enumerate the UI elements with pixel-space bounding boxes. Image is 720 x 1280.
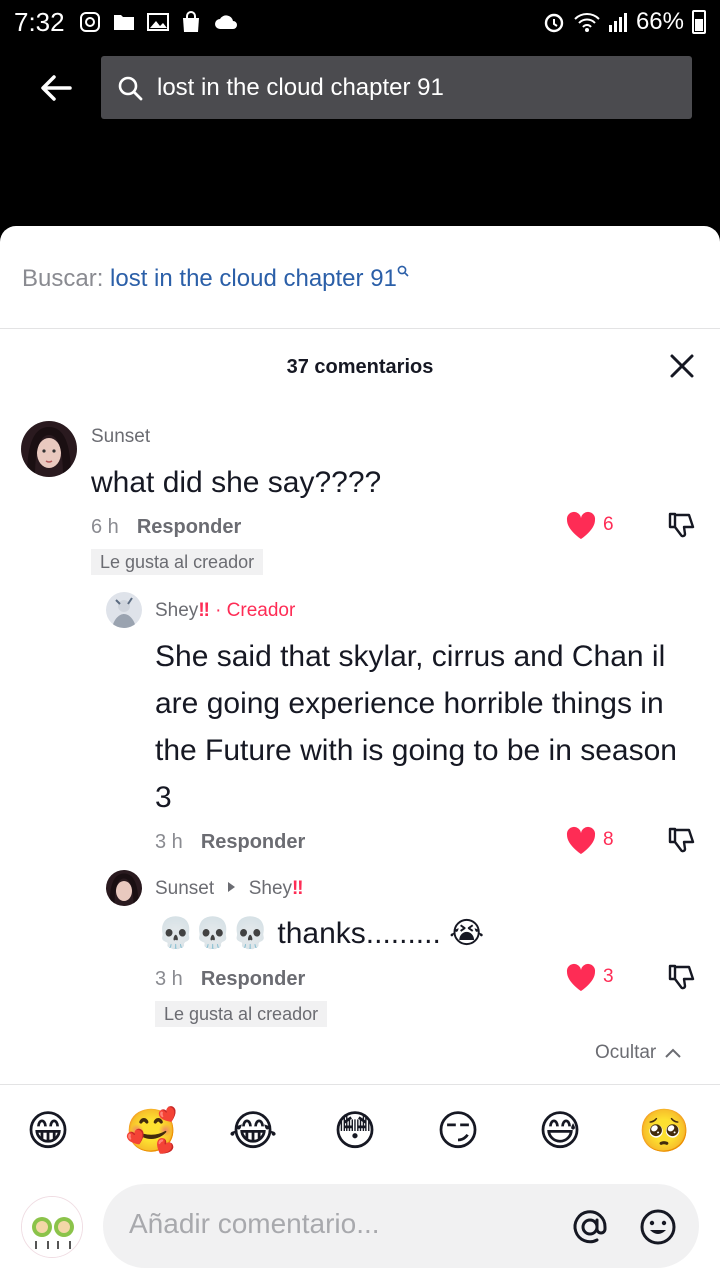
search-query: lost in the cloud chapter 91 xyxy=(157,73,444,101)
dislike-icon[interactable] xyxy=(667,825,697,855)
emoji-tears-of-joy-icon[interactable]: 😂 xyxy=(228,1106,278,1156)
reply-time: 3 h xyxy=(155,968,183,990)
avatar xyxy=(21,1196,83,1258)
search-suggestion[interactable]: Buscar: lost in the cloud chapter 91 xyxy=(22,264,409,293)
reply-author-name: Sunset xyxy=(155,878,215,899)
reply-meta: 3 h Responder xyxy=(155,968,305,991)
avatar[interactable] xyxy=(21,421,77,477)
wifi-icon xyxy=(574,13,600,32)
divider xyxy=(0,1084,720,1085)
comment-meta: 6 h Responder xyxy=(91,516,241,539)
emoji-smirk-icon[interactable]: 😏 xyxy=(433,1106,483,1156)
instagram-icon xyxy=(79,12,100,32)
emoji-bar: 😁 🥰 😂 😳 😏 😅 🥺 xyxy=(0,1106,720,1166)
comment-input-placeholder: Añadir comentario... xyxy=(129,1208,380,1239)
reply-button[interactable]: Responder xyxy=(201,968,305,990)
caret-right-icon xyxy=(228,882,236,892)
comments-count: 37 comentarios xyxy=(286,356,434,378)
like-button[interactable]: 3 xyxy=(565,962,614,992)
comment-input[interactable]: Añadir comentario... xyxy=(103,1184,699,1268)
dislike-icon[interactable] xyxy=(667,510,697,540)
back-button[interactable] xyxy=(34,66,78,110)
alarm-icon xyxy=(544,13,564,33)
folder-icon xyxy=(113,15,134,30)
emoji-flushed-icon[interactable]: 😳 xyxy=(330,1106,380,1156)
chevron-up-icon xyxy=(665,1048,681,1058)
creator-liked-tag: Le gusta al creador xyxy=(91,549,264,575)
dislike-icon[interactable] xyxy=(667,962,697,992)
comment-time: 6 h xyxy=(91,516,119,538)
emoji-grin-icon[interactable]: 😁 xyxy=(23,1106,73,1156)
comments-sheet: Buscar: lost in the cloud chapter 91 37 … xyxy=(0,226,720,1280)
mention-icon[interactable] xyxy=(571,1208,609,1246)
emoji-picker-icon[interactable] xyxy=(639,1208,677,1246)
creator-liked-tag: Le gusta al creador xyxy=(155,1001,328,1027)
avatar[interactable] xyxy=(106,592,142,628)
like-count: 8 xyxy=(603,829,614,850)
reply-time: 3 h xyxy=(155,831,183,853)
reply-button[interactable]: Responder xyxy=(201,831,305,853)
reply-to-name: Shey xyxy=(248,878,293,899)
double-exclamation-icon: ‼ xyxy=(292,878,304,899)
status-bar: 7:32 66% xyxy=(0,0,720,44)
top-search-bar: lost in the cloud chapter 91 xyxy=(0,56,720,120)
search-icon xyxy=(397,265,409,277)
cloud-icon xyxy=(214,15,237,29)
hide-replies-button[interactable]: Ocultar xyxy=(595,1042,682,1064)
emoji-sweat-smile-icon[interactable]: 😅 xyxy=(535,1106,585,1156)
emoji-pleading-icon[interactable]: 🥺 xyxy=(638,1106,690,1156)
back-arrow-icon xyxy=(41,75,72,101)
divider xyxy=(0,328,720,329)
comment-text: what did she say???? xyxy=(91,466,382,499)
like-count: 6 xyxy=(603,514,614,535)
search-icon xyxy=(118,76,143,100)
reply-button[interactable]: Responder xyxy=(137,516,241,538)
shopping-bag-icon xyxy=(182,11,199,32)
reply-meta: 3 h Responder xyxy=(155,831,305,854)
comment-input-row: Añadir comentario... xyxy=(0,1184,720,1268)
heart-icon xyxy=(566,826,596,854)
close-icon[interactable] xyxy=(666,350,698,382)
status-time: 7:32 xyxy=(14,6,65,37)
search-suggestion-prefix: Buscar: xyxy=(22,265,111,292)
reply-text: 💀💀💀 thanks......... 😭 xyxy=(157,917,485,950)
search-suggestion-query[interactable]: lost in the cloud chapter 91 xyxy=(110,265,397,292)
battery-percent: 66% xyxy=(635,8,684,35)
reply-author[interactable]: Sunset Shey‼ xyxy=(155,878,304,900)
heart-icon xyxy=(566,511,596,539)
gallery-icon xyxy=(146,13,169,31)
reply-author-name: Shey xyxy=(155,600,199,621)
like-count: 3 xyxy=(603,966,614,987)
comment-author[interactable]: Sunset xyxy=(91,426,150,448)
battery-icon xyxy=(692,10,706,34)
double-exclamation-icon: ‼ xyxy=(198,600,210,621)
reply-text: She said that skylar, cirrus and Chan il… xyxy=(155,640,677,814)
signal-icon xyxy=(608,13,627,32)
creator-badge: · Creador xyxy=(215,600,296,621)
emoji-smiling-hearts-icon[interactable]: 🥰 xyxy=(125,1106,177,1156)
heart-icon xyxy=(566,963,596,991)
reply-author[interactable]: Shey‼ · Creador xyxy=(155,600,295,622)
like-button[interactable]: 6 xyxy=(565,510,614,540)
hide-replies-label: Ocultar xyxy=(595,1042,657,1063)
avatar[interactable] xyxy=(106,870,142,906)
like-button[interactable]: 8 xyxy=(565,825,614,855)
search-input[interactable]: lost in the cloud chapter 91 xyxy=(101,56,692,119)
